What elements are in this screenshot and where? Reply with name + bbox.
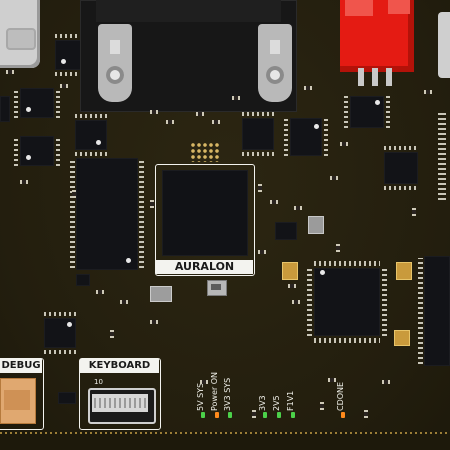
- bga-pads: [190, 142, 220, 162]
- led-label-2v5: 2V5: [272, 395, 281, 411]
- main-chip: [162, 170, 248, 256]
- led-label-5v-sys: 5V SYS: [196, 382, 205, 411]
- led-1v1: [291, 412, 295, 418]
- led-label-power-on: Power ON: [210, 371, 219, 411]
- led-label-3v3: 3V3: [258, 395, 267, 411]
- qfp-chip: [314, 268, 380, 336]
- led-3v3: [263, 412, 267, 418]
- main-chip-label: AURALON: [156, 260, 253, 274]
- led-5v-sys: [201, 412, 205, 418]
- ic-right-edge: [424, 256, 450, 366]
- ic-left-1: [20, 88, 54, 118]
- led-cdone: [341, 412, 345, 418]
- led-power-on: [215, 412, 219, 418]
- led-label-1v1: F1V1: [286, 390, 295, 411]
- led-label-cdone: CDONE: [336, 381, 345, 411]
- led-3v3-sys: [228, 412, 232, 418]
- keyboard-pin-number: 10: [94, 378, 103, 386]
- led-2v5: [277, 412, 281, 418]
- pcb-board: AURALON DEBUG KEYBOARD 10 5V SYS Power O…: [0, 0, 450, 450]
- ic-left-3: [75, 120, 107, 150]
- keyboard-label: KEYBOARD: [80, 359, 159, 373]
- ic-mid-top: [242, 118, 274, 150]
- ic-left-2: [20, 136, 54, 166]
- debug-label: DEBUG: [0, 359, 42, 373]
- ic-right-mid: [384, 152, 418, 184]
- memory-chip: [76, 158, 138, 270]
- led-label-3v3-sys: 3V3 SYS: [223, 377, 232, 411]
